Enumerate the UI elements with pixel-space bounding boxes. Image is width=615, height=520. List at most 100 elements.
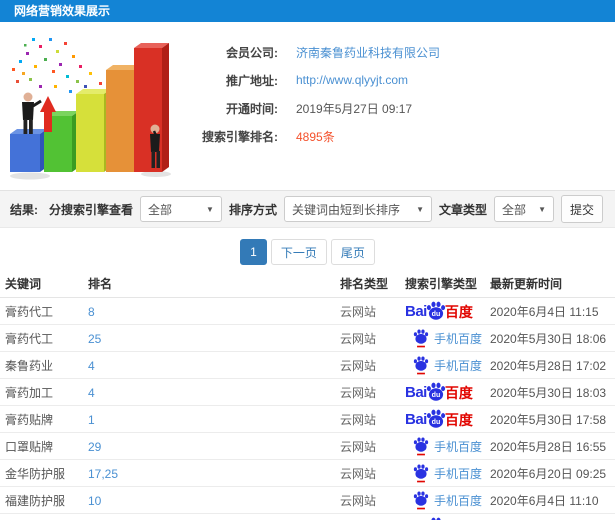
- cell-rank[interactable]: 8: [88, 305, 340, 319]
- member-company-value[interactable]: 济南秦鲁药业科技有限公司: [296, 44, 440, 61]
- col-header-rank: 排名: [88, 277, 113, 291]
- cell-rank[interactable]: 10: [88, 494, 340, 508]
- cell-engine: Baidu百度: [405, 406, 490, 433]
- cell-engine: 手机百度: [405, 325, 490, 352]
- cell-updated: 2020年5月30日 18:06: [490, 332, 607, 346]
- info-row-rank-count: 搜索引擎排名: 4895条: [178, 122, 440, 150]
- cell-engine: Baidu百度: [405, 514, 490, 520]
- info-row-url: 推广地址: http://www.qlyyjt.com: [178, 66, 440, 94]
- table-row: 膏药代工 25 云网站 手机百度 2020年5月30日 18:06: [0, 325, 615, 352]
- svg-text:du: du: [432, 418, 441, 426]
- cell-rank[interactable]: 25: [88, 332, 340, 346]
- cell-updated: 2020年6月4日 11:10: [490, 494, 599, 508]
- svg-text:du: du: [432, 391, 441, 399]
- summary-section: 会员公司: 济南秦鲁药业科技有限公司 推广地址: http://www.qlyy…: [0, 22, 615, 190]
- last-page-button[interactable]: 尾页: [330, 239, 375, 265]
- cell-updated: 2020年5月28日 17:02: [490, 359, 607, 373]
- cell-rank[interactable]: 4: [88, 359, 340, 373]
- member-company-label: 会员公司:: [226, 45, 278, 60]
- cell-rank-type: 云网站: [340, 494, 377, 508]
- cell-rank[interactable]: 4: [88, 386, 340, 400]
- chevron-down-icon: ▼: [538, 204, 546, 214]
- article-type-selected: 全部: [502, 202, 527, 217]
- bar-yellow: [76, 89, 111, 172]
- mobile-baidu-label: 手机百度: [434, 332, 483, 346]
- mobile-baidu-label: 手机百度: [434, 359, 483, 373]
- cell-engine: 手机百度: [405, 460, 490, 487]
- engine-view-label: 分搜索引擎查看: [48, 202, 133, 217]
- sort-selected: 关键词由短到长排序: [291, 202, 400, 217]
- pagination: 1 下一页 尾页: [0, 239, 615, 265]
- cell-rank-type: 云网站: [340, 305, 377, 319]
- next-page-button[interactable]: 下一页: [270, 239, 327, 265]
- baidu-logo-cn: 百度: [444, 384, 473, 401]
- sort-select[interactable]: 关键词由短到长排序 ▼: [283, 196, 432, 222]
- cell-engine: 手机百度: [405, 433, 490, 460]
- open-time-value: 2019年5月27日 09:17: [296, 101, 413, 116]
- page-button-current[interactable]: 1: [240, 239, 267, 265]
- mobile-baidu-label: 手机百度: [434, 440, 483, 454]
- baidu-logo-bai: Bai: [405, 303, 427, 320]
- cell-keyword: 福建防护服: [5, 494, 66, 508]
- cell-engine: Baidu百度: [405, 298, 490, 325]
- engine-view-selected: 全部: [147, 202, 172, 217]
- cell-rank[interactable]: 17,25: [88, 467, 340, 481]
- table-row: 膏药加工 4 云网站 Bai du 百度 2020年5月30日 18:03: [0, 379, 615, 406]
- mobile-baidu-logo[interactable]: 手机百度: [413, 464, 482, 483]
- filter-controls: 分搜索引擎查看 全部 ▼ 排序方式 关键词由短到长排序 ▼ 文章类型 全部 ▼ …: [49, 195, 603, 223]
- cell-keyword: 膏药代工: [5, 305, 54, 319]
- table-row: 福建防护服 10 云网站 手机百度 2020年6月4日 11:10: [0, 487, 615, 514]
- cell-engine: 手机百度: [405, 487, 490, 514]
- cell-updated: 2020年6月4日 11:15: [490, 305, 599, 319]
- mobile-baidu-logo[interactable]: 手机百度: [413, 356, 482, 375]
- table-row: 膏药贴牌 1 云网站 Bai du 百度 2020年5月30日 17:58: [0, 406, 615, 433]
- col-header-engine-type: 搜索引擎类型: [405, 277, 478, 291]
- cell-rank[interactable]: 29: [88, 440, 340, 454]
- cell-updated: 2020年5月30日 17:58: [490, 413, 607, 427]
- businessman-right: [150, 124, 160, 168]
- mobile-baidu-label: 手机百度: [434, 494, 483, 508]
- col-header-keyword: 关键词: [5, 277, 42, 291]
- cell-keyword: 秦鲁药业: [5, 359, 54, 373]
- member-info-panel: 会员公司: 济南秦鲁药业科技有限公司 推广地址: http://www.qlyy…: [178, 30, 440, 190]
- businessman-left: [22, 92, 42, 134]
- bar-blue: [10, 129, 47, 172]
- table-row: 口罩贴牌 29 云网站 手机百度 2020年5月28日 16:55: [0, 433, 615, 460]
- table-row: 膏药代工 8 云网站 Bai du 百度 2020年6月4日 11:15: [0, 298, 615, 325]
- keyword-ranking-table: 关键词 排名 排名类型 搜索引擎类型 最新更新时间 膏药代工 8 云网站 Bai…: [0, 270, 615, 520]
- engine-view-select[interactable]: 全部 ▼: [139, 196, 222, 222]
- table-header: 关键词 排名 排名类型 搜索引擎类型 最新更新时间: [0, 270, 615, 298]
- submit-button[interactable]: 提交: [561, 195, 603, 223]
- baidu-logo[interactable]: Baidu百度: [405, 301, 473, 323]
- mobile-baidu-logo[interactable]: 手机百度: [413, 491, 482, 510]
- promo-url-value[interactable]: http://www.qlyyjt.com: [296, 73, 408, 87]
- marketing-report-page: 网络营销效果展示 会员公司: 济南秦鲁药业科技有限公司 推广地址: http:/…: [0, 0, 615, 520]
- cell-updated: 2020年5月30日 18:03: [490, 386, 607, 400]
- article-type-label: 文章类型: [438, 202, 487, 217]
- cell-rank-type: 云网站: [340, 359, 377, 373]
- cell-rank-type: 云网站: [340, 413, 377, 427]
- baidu-logo[interactable]: Baidu百度: [405, 409, 473, 431]
- cell-updated: 2020年5月28日 16:55: [490, 440, 607, 454]
- open-time-label: 开通时间:: [226, 101, 278, 116]
- col-header-rank-type: 排名类型: [340, 277, 389, 291]
- cell-engine: 手机百度: [405, 352, 490, 379]
- bar-chart-clipart-icon: [10, 38, 171, 180]
- cell-keyword: 膏药加工: [5, 386, 54, 400]
- cell-rank[interactable]: 1: [88, 413, 340, 427]
- baidu-logo-cn: 百度: [444, 303, 473, 320]
- filter-bar: 结果: 分搜索引擎查看 全部 ▼ 排序方式 关键词由短到长排序 ▼ 文章类型 全…: [0, 190, 615, 228]
- cell-rank-type: 云网站: [340, 467, 377, 481]
- baidu-logo[interactable]: Baidu百度: [405, 382, 473, 404]
- cell-rank-type: 云网站: [340, 332, 377, 346]
- baidu-logo-bai: Bai: [405, 411, 427, 428]
- chevron-down-icon: ▼: [416, 204, 424, 214]
- article-type-select[interactable]: 全部 ▼: [494, 196, 554, 222]
- baidu-logo[interactable]: Baidu百度: [405, 517, 473, 520]
- cell-updated: 2020年6月20日 09:25: [490, 467, 607, 481]
- cell-keyword: 膏药贴牌: [5, 413, 54, 427]
- mobile-baidu-logo[interactable]: 手机百度: [413, 329, 482, 348]
- cell-rank-type: 云网站: [340, 440, 377, 454]
- result-label: 结果:: [10, 202, 38, 217]
- mobile-baidu-logo[interactable]: 手机百度: [413, 437, 482, 456]
